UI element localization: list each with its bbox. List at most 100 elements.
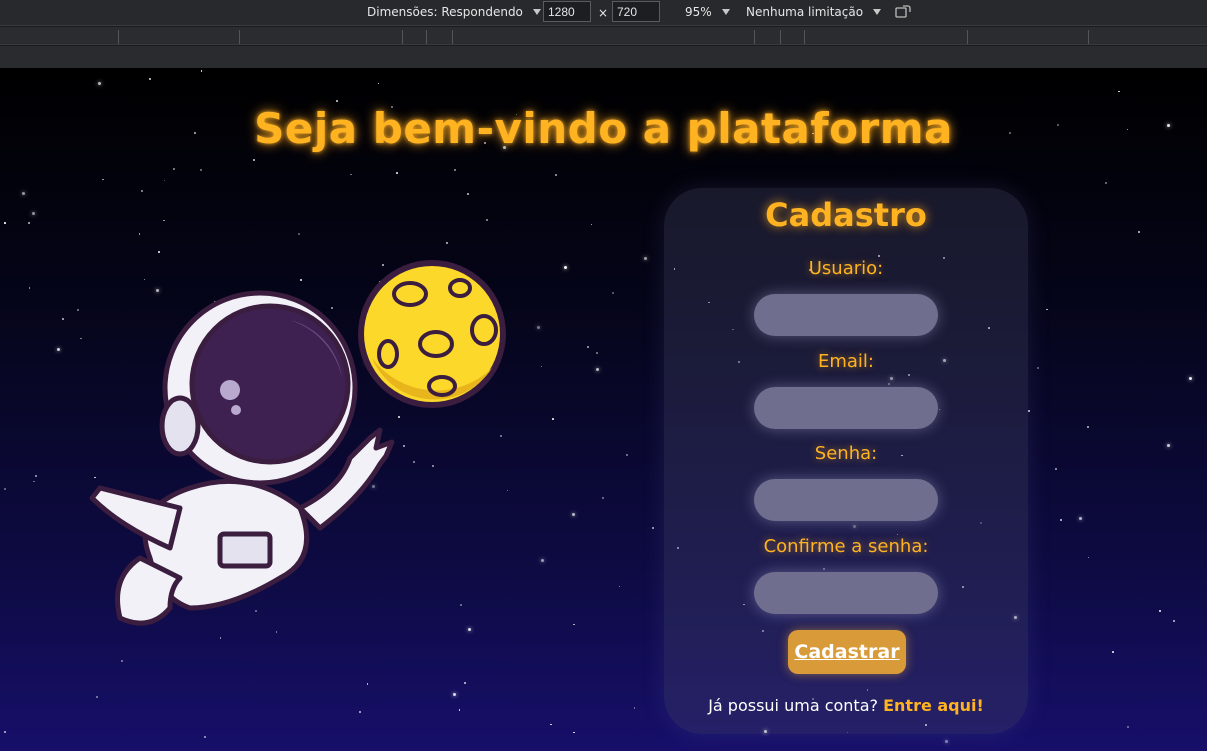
dimensions-label: Dimensões: Respondendo [367, 5, 523, 19]
star [1104, 181, 1107, 184]
media-query-ruler [0, 27, 1207, 45]
password-input[interactable] [754, 479, 938, 521]
chevron-down-icon [721, 9, 730, 15]
star [4, 488, 7, 491]
star [1112, 651, 1114, 653]
star [102, 178, 104, 181]
star [564, 266, 568, 270]
star [446, 242, 449, 245]
star [28, 287, 31, 289]
star [1087, 556, 1090, 559]
star [4, 222, 6, 224]
star [1159, 609, 1162, 612]
login-prompt: Já possui uma conta? Entre aqui! [664, 696, 1028, 715]
astronaut-moon-illustration [89, 260, 506, 626]
star [1126, 725, 1129, 728]
star [35, 475, 38, 478]
star [485, 219, 488, 222]
star [652, 526, 655, 529]
devtools-spacer [0, 46, 1207, 68]
star [33, 480, 35, 483]
star [1027, 410, 1030, 413]
star [335, 99, 338, 102]
star [601, 496, 604, 499]
star [466, 192, 469, 195]
signup-card: Cadastro Usuario: Email: Senha: Confirme… [664, 188, 1028, 734]
star [172, 167, 175, 170]
star [540, 365, 543, 368]
star [1188, 377, 1192, 381]
star [1167, 444, 1171, 448]
star [1046, 308, 1048, 310]
star [1087, 426, 1089, 428]
email-label: Email: [817, 351, 874, 372]
signup-button[interactable]: Cadastrar [788, 630, 906, 674]
star [95, 695, 98, 698]
star [1036, 367, 1039, 370]
star [366, 683, 368, 685]
star [358, 711, 361, 714]
star [590, 223, 593, 226]
star [618, 585, 621, 588]
star [57, 347, 61, 351]
star [611, 292, 614, 295]
star [458, 709, 461, 711]
star [76, 309, 79, 312]
width-input[interactable] [543, 1, 591, 22]
star [453, 168, 456, 171]
throttle-dropdown[interactable]: Nenhuma limitação [746, 5, 882, 19]
star [141, 189, 144, 192]
star [163, 179, 166, 182]
star [98, 82, 102, 86]
star [463, 682, 466, 685]
star [1172, 620, 1175, 623]
zoom-label: 95% [685, 5, 712, 19]
star [573, 731, 575, 734]
star [21, 191, 25, 195]
star [453, 693, 457, 697]
star [596, 368, 600, 372]
star [586, 345, 589, 348]
star [644, 257, 648, 261]
star [550, 723, 552, 726]
login-prompt-text: Já possui uma conta? [708, 696, 878, 715]
throttle-label: Nenhuma limitação [746, 5, 864, 19]
card-title: Cadastro [765, 196, 927, 234]
star [163, 219, 165, 222]
star [1054, 467, 1057, 470]
moon-icon [358, 260, 506, 408]
star [552, 418, 554, 420]
page-headline: Seja bem-vindo a plataforma [254, 104, 953, 153]
astronaut-icon [89, 290, 395, 626]
star [199, 168, 202, 171]
times-sign: × [598, 6, 609, 20]
login-link[interactable]: Entre aqui! [883, 696, 984, 715]
star [540, 559, 544, 563]
chevron-down-icon [873, 9, 882, 15]
page-viewport: Seja bem-vindo a plataforma Cadastro Usu… [0, 68, 1207, 751]
star [121, 660, 124, 663]
height-input[interactable] [612, 1, 660, 22]
username-input[interactable] [754, 294, 938, 336]
dimensions-dropdown[interactable]: Dimensões: Respondendo [367, 5, 541, 19]
star [626, 454, 629, 457]
star [377, 82, 380, 85]
rotate-icon[interactable] [894, 4, 912, 20]
email-input[interactable] [754, 387, 938, 429]
star [633, 707, 636, 709]
username-label: Usuario: [808, 258, 884, 279]
zoom-dropdown[interactable]: 95% [685, 5, 730, 19]
star [571, 512, 575, 516]
star [158, 251, 160, 253]
star [31, 212, 35, 216]
star [1138, 230, 1141, 233]
star [350, 173, 352, 176]
password-label: Senha: [814, 443, 878, 464]
star [62, 318, 64, 320]
confirm-password-input[interactable] [754, 572, 938, 614]
star [297, 233, 300, 236]
star [1078, 516, 1082, 520]
star [149, 78, 152, 81]
star [573, 623, 575, 626]
star [595, 352, 598, 355]
